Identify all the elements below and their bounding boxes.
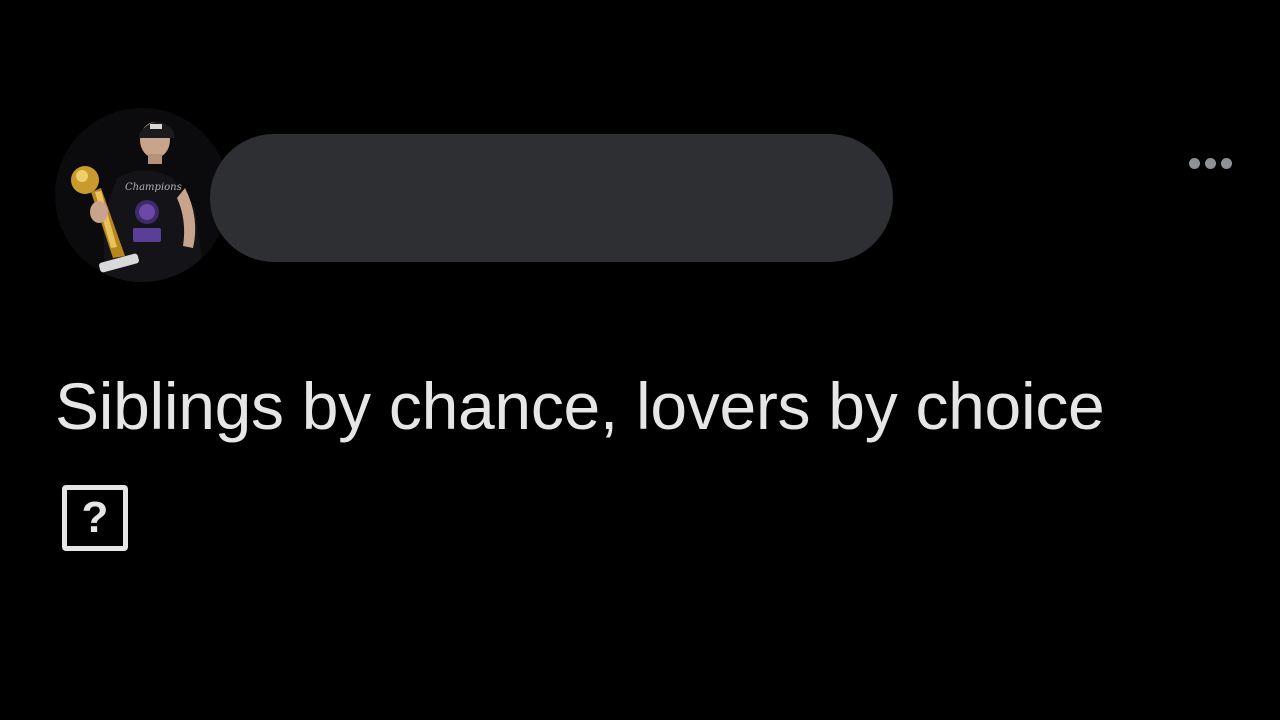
redacted-username (210, 134, 893, 262)
svg-text:Champions: Champions (125, 182, 182, 193)
post-text: Siblings by chance, lovers by choice (55, 369, 1105, 443)
more-horizontal-icon (1204, 157, 1216, 169)
avatar[interactable]: Champions (55, 108, 229, 282)
more-horizontal-icon (1188, 157, 1200, 169)
missing-emoji-icon: ? (62, 485, 128, 551)
more-options-button[interactable] (1180, 150, 1240, 176)
post-container: Champions Siblings by chance, lovers by … (0, 0, 1280, 720)
profile-photo-icon: Champions (55, 108, 229, 282)
more-horizontal-icon (1220, 157, 1232, 169)
